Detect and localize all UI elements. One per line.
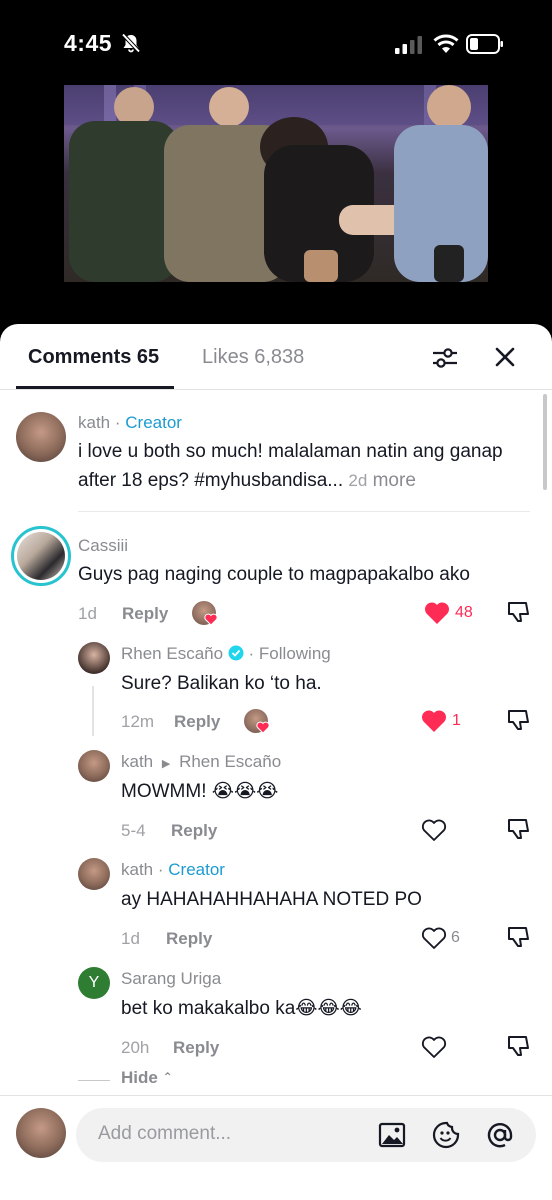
comment-author[interactable]: Cassiii (78, 536, 128, 556)
video-player[interactable] (64, 85, 488, 282)
creator-badge: Creator (125, 413, 182, 432)
tab-comments[interactable]: Comments 65 (28, 346, 159, 369)
comment-author[interactable]: kath · Creator (121, 860, 225, 880)
comment-text: Guys pag naging couple to magpapakalbo a… (78, 564, 470, 585)
like-count: 48 (455, 604, 473, 621)
heart-icon (256, 721, 270, 734)
dislike-icon[interactable] (506, 925, 530, 949)
comment-author[interactable]: Sarang Uriga (121, 969, 221, 989)
video-frame (64, 85, 488, 282)
comment-input[interactable]: Add comment... (76, 1108, 536, 1162)
battery-icon (466, 34, 503, 54)
avatar[interactable] (78, 642, 110, 674)
hide-replies-label[interactable]: Hide ⌃ (121, 1068, 173, 1088)
chevron-up-icon: ⌃ (162, 1070, 173, 1084)
filter-icon[interactable] (432, 345, 458, 371)
scrollbar[interactable] (543, 394, 547, 490)
following-label: Following (258, 644, 331, 663)
emoji-icon[interactable] (432, 1121, 460, 1149)
creator-liked-avatar (192, 601, 218, 626)
like-count: 1 (452, 712, 461, 729)
tab-likes[interactable]: Likes 6,838 (202, 346, 304, 369)
like-heart-icon[interactable] (424, 601, 450, 625)
avatar[interactable] (16, 412, 66, 462)
status-time: 4:45 (64, 30, 113, 56)
like-heart-icon[interactable] (421, 818, 447, 842)
dislike-icon[interactable] (506, 817, 530, 841)
reply-arrow-icon: ▶ (161, 758, 171, 770)
comment-time: 1d (78, 604, 97, 623)
comment-time: 2d (348, 471, 368, 490)
heart-icon (204, 613, 218, 626)
thread-line (92, 686, 94, 736)
comment-composer: Add comment... (0, 1095, 552, 1200)
dislike-icon[interactable] (506, 1034, 530, 1058)
avatar[interactable] (11, 526, 71, 586)
reply-button[interactable]: Reply (171, 821, 217, 841)
reply-target[interactable]: Rhen Escaño (179, 752, 281, 771)
like-heart-icon[interactable] (421, 709, 447, 733)
comment-text: i love u both so much! malalaman natin a… (78, 441, 503, 491)
like-heart-icon[interactable] (421, 1035, 447, 1059)
status-bar: 4:45 (0, 0, 552, 80)
dislike-icon[interactable] (506, 708, 530, 732)
comment-text: bet ko makakalbo ka😂😂😂 (121, 998, 362, 1019)
avatar[interactable] (78, 750, 110, 782)
creator-badge: Creator (168, 860, 225, 879)
like-heart-icon[interactable] (421, 926, 447, 950)
active-tab-indicator (16, 386, 174, 389)
reply-button[interactable]: Reply (122, 604, 168, 624)
verified-icon (228, 645, 244, 661)
reply-button[interactable]: Reply (173, 1038, 219, 1058)
comment-time: 12m (121, 712, 155, 731)
comment-text: Sure? Balikan ko ‘to ha. (121, 673, 322, 694)
avatar[interactable] (16, 1108, 66, 1158)
comment-time: 5-4 (121, 821, 146, 840)
comment-time: 20h (121, 1038, 150, 1057)
comment-author[interactable]: kath · Creator (78, 413, 182, 433)
bell-muted-icon (121, 33, 141, 53)
comment-input-placeholder: Add comment... (98, 1123, 232, 1144)
reply-button[interactable]: Reply (174, 712, 220, 732)
dislike-icon[interactable] (506, 600, 530, 624)
comment-text: ay HAHAHAHHAHAHA NOTED PO (121, 889, 422, 910)
close-icon[interactable] (494, 346, 516, 368)
comment-author[interactable]: kath ▶ Rhen Escaño (121, 752, 281, 772)
comments-sheet: Comments 65 Likes 6,838 kath · Creator i… (0, 324, 552, 1200)
wifi-icon (433, 34, 459, 53)
mention-icon[interactable] (486, 1121, 514, 1149)
divider (78, 1080, 110, 1081)
creator-liked-avatar (244, 709, 270, 734)
reply-button[interactable]: Reply (166, 929, 212, 949)
divider (78, 511, 530, 512)
comment-text: MOWMM! 😭😭😭 (121, 781, 279, 802)
more-link[interactable]: more (373, 470, 416, 491)
signal-icon (395, 36, 422, 54)
comment-time: 1d (121, 929, 140, 948)
avatar[interactable]: Y (78, 967, 110, 999)
image-icon[interactable] (378, 1121, 406, 1149)
like-count: 6 (451, 929, 460, 946)
tab-bar: Comments 65 Likes 6,838 (0, 324, 552, 390)
avatar[interactable] (78, 858, 110, 890)
comment-author[interactable]: Rhen Escaño · Following (121, 644, 331, 664)
